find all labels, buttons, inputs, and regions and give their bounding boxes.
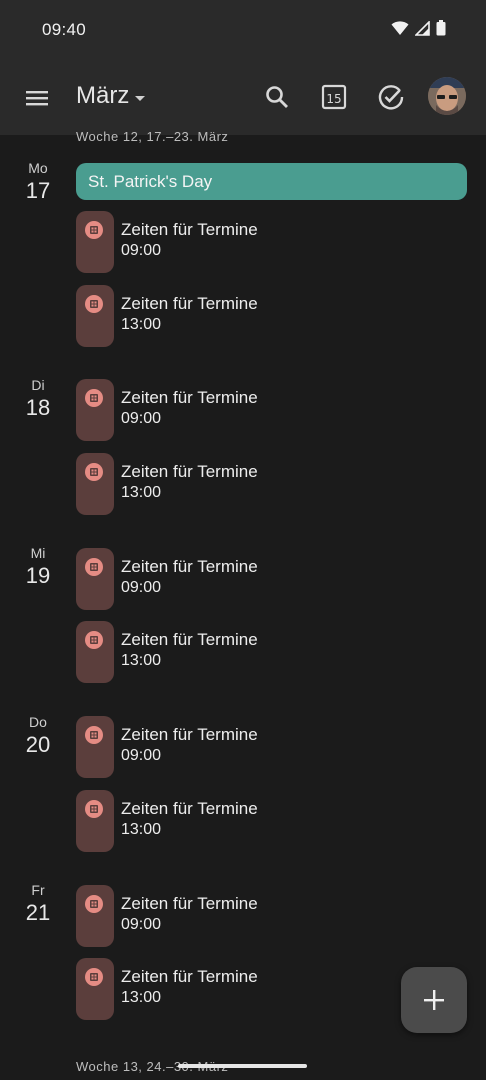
avatar-picture	[428, 77, 466, 115]
event-chip	[76, 716, 114, 778]
wifi-icon	[391, 21, 409, 35]
calendar-screen: 09:40 März 15 Woche 12, 17.–23. März Mo …	[0, 0, 486, 1080]
today-calendar-icon: 15	[321, 84, 347, 110]
day-name: Fr	[31, 882, 45, 898]
day-label: Mo 17	[14, 160, 62, 204]
today-button[interactable]: 15	[319, 82, 349, 112]
event-chip	[76, 453, 114, 515]
status-bar: 09:40	[0, 0, 486, 60]
tasks-button[interactable]	[376, 82, 406, 112]
status-time: 09:40	[42, 20, 87, 39]
event-time: 09:00	[121, 747, 162, 764]
event-item[interactable]: Zeiten für Termine 09:00	[76, 885, 466, 947]
event-chip	[76, 211, 114, 273]
appointment-slots-icon	[85, 295, 103, 313]
event-item[interactable]: Zeiten für Termine 09:00	[76, 548, 466, 610]
appointment-slots-icon	[85, 558, 103, 576]
event-time: 13:00	[121, 652, 162, 669]
event-title: Zeiten für Termine	[121, 967, 258, 986]
event-time: 09:00	[121, 242, 162, 259]
event-item[interactable]: Zeiten für Termine 09:00	[76, 211, 466, 273]
profile-avatar[interactable]	[428, 77, 466, 115]
appointment-slots-icon	[85, 221, 103, 239]
event-time: 13:00	[121, 484, 162, 501]
cell-signal-icon	[415, 20, 430, 36]
event-title: Zeiten für Termine	[121, 894, 258, 913]
gesture-navigation-bar[interactable]	[178, 1064, 307, 1068]
dropdown-caret-icon	[135, 95, 146, 101]
month-label: März	[76, 82, 130, 109]
day-number[interactable]: 17	[14, 178, 62, 204]
day-name: Do	[29, 714, 47, 730]
day-label: Mi 19	[14, 545, 62, 589]
day-number[interactable]: 20	[14, 732, 62, 758]
event-time: 09:00	[121, 916, 162, 933]
appointment-slots-icon	[85, 800, 103, 818]
search-button[interactable]	[262, 82, 292, 112]
event-item[interactable]: Zeiten für Termine 13:00	[76, 621, 466, 683]
event-item[interactable]: Zeiten für Termine 09:00	[76, 716, 466, 778]
day-number[interactable]: 19	[14, 563, 62, 589]
event-item[interactable]: Zeiten für Termine 13:00	[76, 285, 466, 347]
event-item[interactable]: Zeiten für Termine 09:00	[76, 379, 466, 441]
tasks-check-icon	[378, 85, 404, 110]
day-number[interactable]: 21	[14, 900, 62, 926]
day-label: Fr 21	[14, 882, 62, 926]
event-item[interactable]: Zeiten für Termine 13:00	[76, 453, 466, 515]
month-selector[interactable]: März	[76, 82, 146, 110]
event-chip	[76, 885, 114, 947]
event-chip	[76, 790, 114, 852]
today-day-number: 15	[326, 92, 341, 106]
day-label: Do 20	[14, 714, 62, 758]
event-chip	[76, 285, 114, 347]
event-title: Zeiten für Termine	[121, 799, 258, 818]
battery-icon	[436, 20, 446, 36]
event-chip	[76, 548, 114, 610]
event-time: 13:00	[121, 989, 162, 1006]
event-chip	[76, 621, 114, 683]
day-name: Mi	[30, 545, 46, 561]
app-bar: März 15	[0, 60, 486, 135]
event-time: 13:00	[121, 316, 162, 333]
search-icon	[266, 86, 288, 108]
appointment-slots-icon	[85, 389, 103, 407]
event-time: 13:00	[121, 821, 162, 838]
event-title: Zeiten für Termine	[121, 220, 258, 239]
event-title: Zeiten für Termine	[121, 630, 258, 649]
event-title: Zeiten für Termine	[121, 294, 258, 313]
event-title: Zeiten für Termine	[121, 557, 258, 576]
appointment-slots-icon	[85, 463, 103, 481]
appointment-slots-icon	[85, 968, 103, 986]
event-title: Zeiten für Termine	[121, 725, 258, 744]
status-icons	[391, 20, 446, 36]
event-title: Zeiten für Termine	[121, 462, 258, 481]
appointment-slots-icon	[85, 726, 103, 744]
event-item[interactable]: Zeiten für Termine 13:00	[76, 790, 466, 852]
day-name: Mo	[28, 160, 48, 176]
day-name: Di	[31, 377, 45, 393]
week-header: Woche 12, 17.–23. März	[76, 129, 229, 144]
plus-icon	[424, 990, 444, 1010]
menu-button[interactable]	[24, 84, 52, 112]
create-event-fab[interactable]	[401, 967, 467, 1033]
event-time: 09:00	[121, 410, 162, 427]
day-label: Di 18	[14, 377, 62, 421]
event-time: 09:00	[121, 579, 162, 596]
event-chip	[76, 379, 114, 441]
appointment-slots-icon	[85, 895, 103, 913]
menu-icon	[26, 91, 48, 106]
event-chip	[76, 958, 114, 1020]
day-number[interactable]: 18	[14, 395, 62, 421]
event-title: Zeiten für Termine	[121, 388, 258, 407]
allday-event[interactable]: St. Patrick's Day	[76, 163, 467, 200]
appointment-slots-icon	[85, 631, 103, 649]
